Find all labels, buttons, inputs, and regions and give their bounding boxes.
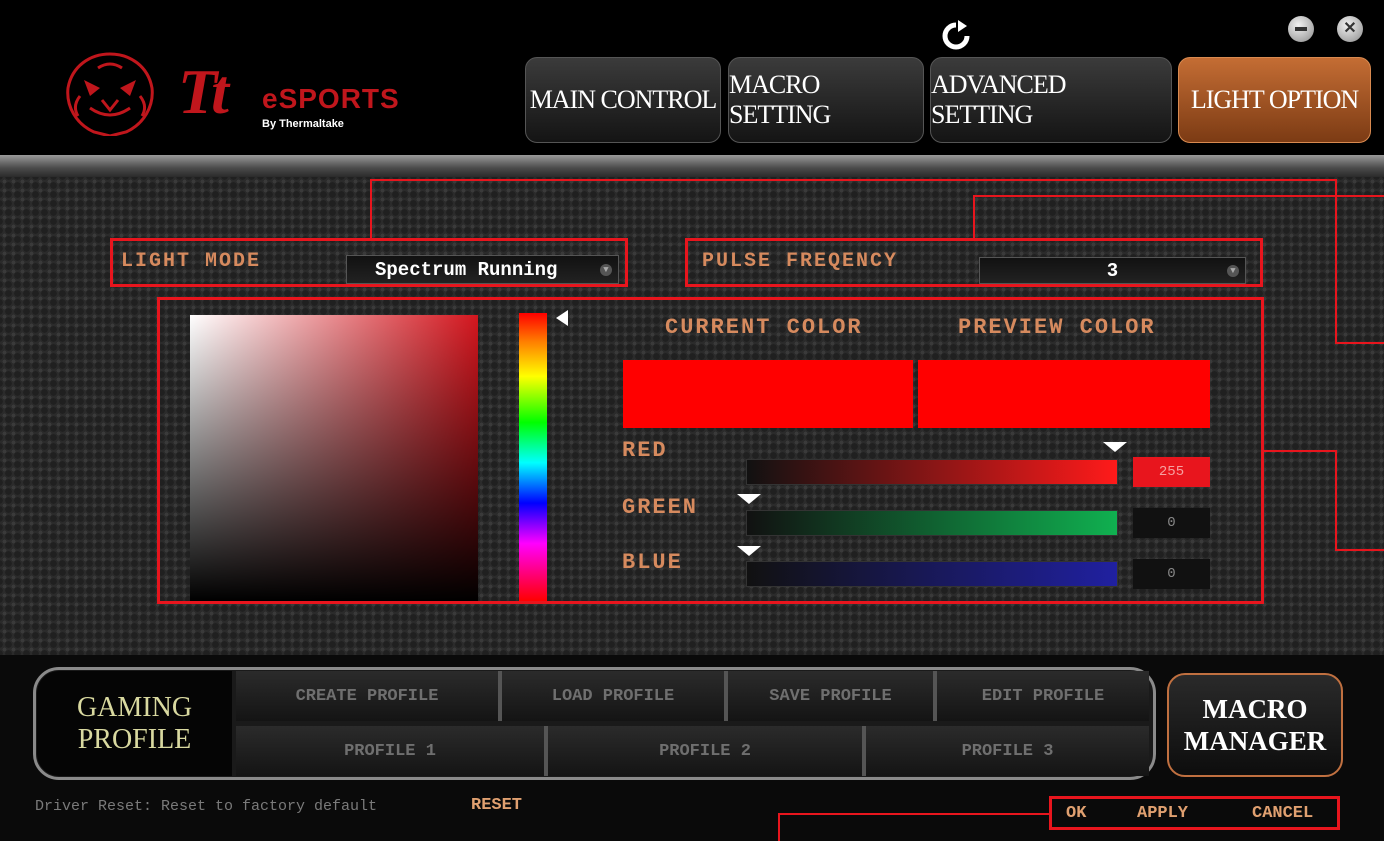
- preview-color-swatch: [918, 360, 1210, 428]
- tab-advanced-setting[interactable]: ADVANCED SETTING: [930, 57, 1172, 143]
- callout-line: [1335, 549, 1384, 551]
- callout-line: [973, 195, 1384, 197]
- hue-slider[interactable]: [519, 313, 547, 601]
- blue-slider-handle[interactable]: [737, 546, 761, 556]
- reset-button[interactable]: RESET: [471, 796, 522, 815]
- blue-label: BLUE: [622, 550, 683, 575]
- minimize-button[interactable]: [1288, 16, 1314, 42]
- macro-manager-button[interactable]: MACRO MANAGER: [1167, 673, 1343, 777]
- blue-value-field[interactable]: 0: [1133, 559, 1210, 589]
- minimize-icon: [1295, 27, 1307, 31]
- red-value-field[interactable]: 255: [1133, 457, 1210, 487]
- gaming-profile-title: GAMING PROFILE: [37, 671, 232, 776]
- pulse-frequency-value: 3: [1106, 259, 1119, 282]
- callout-line: [1335, 342, 1384, 344]
- driver-reset-text: Driver Reset: Reset to factory default: [35, 798, 378, 815]
- callout-line: [973, 195, 975, 240]
- blue-slider[interactable]: [746, 561, 1118, 587]
- pulse-frequency-dropdown[interactable]: 3 ▼: [979, 257, 1246, 284]
- pulse-frequency-group: PULSE FREQENCY 3 ▼: [685, 238, 1263, 287]
- green-value-field[interactable]: 0: [1133, 508, 1210, 538]
- light-mode-label: LIGHT MODE: [121, 250, 262, 273]
- red-slider[interactable]: [746, 459, 1118, 485]
- callout-line: [1335, 450, 1337, 550]
- apply-button[interactable]: APPLY: [1137, 804, 1188, 823]
- create-profile-button[interactable]: CREATE PROFILE: [236, 671, 502, 721]
- preview-color-label: PREVIEW COLOR: [958, 315, 1156, 340]
- cancel-button[interactable]: CANCEL: [1252, 804, 1313, 823]
- refresh-icon[interactable]: [940, 20, 972, 52]
- brand-logo-mark: Tt: [178, 56, 229, 127]
- profile-3-button[interactable]: PROFILE 3: [866, 726, 1149, 776]
- green-slider[interactable]: [746, 510, 1118, 536]
- light-mode-dropdown[interactable]: Spectrum Running ▼: [346, 255, 619, 284]
- save-profile-button[interactable]: SAVE PROFILE: [728, 671, 937, 721]
- callout-line: [778, 813, 1051, 815]
- green-slider-handle[interactable]: [737, 494, 761, 504]
- light-mode-group: LIGHT MODE Spectrum Running ▼: [110, 238, 628, 287]
- callout-line: [778, 813, 780, 841]
- profile-1-button[interactable]: PROFILE 1: [236, 726, 548, 776]
- tab-main-control[interactable]: MAIN CONTROL: [525, 57, 721, 143]
- close-button[interactable]: ✕: [1337, 16, 1363, 42]
- tab-macro-setting[interactable]: MACRO SETTING: [728, 57, 924, 143]
- current-color-swatch: [623, 360, 913, 428]
- light-mode-value: Spectrum Running: [375, 258, 558, 281]
- red-label: RED: [622, 438, 668, 463]
- current-color-label: CURRENT COLOR: [665, 315, 863, 340]
- callout-line: [370, 179, 1336, 181]
- chevron-down-icon: ▼: [1227, 265, 1239, 277]
- edit-profile-button[interactable]: EDIT PROFILE: [937, 671, 1149, 721]
- callout-line: [1335, 179, 1337, 343]
- callout-line: [370, 179, 372, 240]
- saturation-value-picker[interactable]: [190, 315, 478, 601]
- header-divider: [0, 155, 1384, 177]
- macro-manager-line1: MACRO: [1202, 694, 1308, 724]
- tiger-logo-icon: [66, 52, 154, 136]
- hue-marker-icon[interactable]: [556, 310, 568, 326]
- ok-button[interactable]: OK: [1066, 804, 1086, 823]
- gaming-profile-line2: PROFILE: [77, 723, 192, 755]
- gaming-profile-line1: GAMING: [76, 691, 193, 723]
- pulse-frequency-label: PULSE FREQENCY: [702, 250, 899, 273]
- profile-2-button[interactable]: PROFILE 2: [548, 726, 866, 776]
- chevron-down-icon: ▼: [600, 264, 612, 276]
- tab-light-option[interactable]: LIGHT OPTION: [1178, 57, 1371, 143]
- macro-manager-line2: MANAGER: [1183, 726, 1327, 756]
- header-bar: Tt eSPORTS By Thermaltake ✕ MAIN CONTROL…: [0, 0, 1384, 155]
- close-icon: ✕: [1343, 20, 1357, 37]
- green-label: GREEN: [622, 495, 699, 520]
- brand-logo-name: eSPORTS: [262, 83, 400, 114]
- load-profile-button[interactable]: LOAD PROFILE: [502, 671, 728, 721]
- brand-logo-sub: By Thermaltake: [262, 118, 344, 130]
- callout-line: [1264, 450, 1336, 452]
- red-slider-handle[interactable]: [1103, 442, 1127, 452]
